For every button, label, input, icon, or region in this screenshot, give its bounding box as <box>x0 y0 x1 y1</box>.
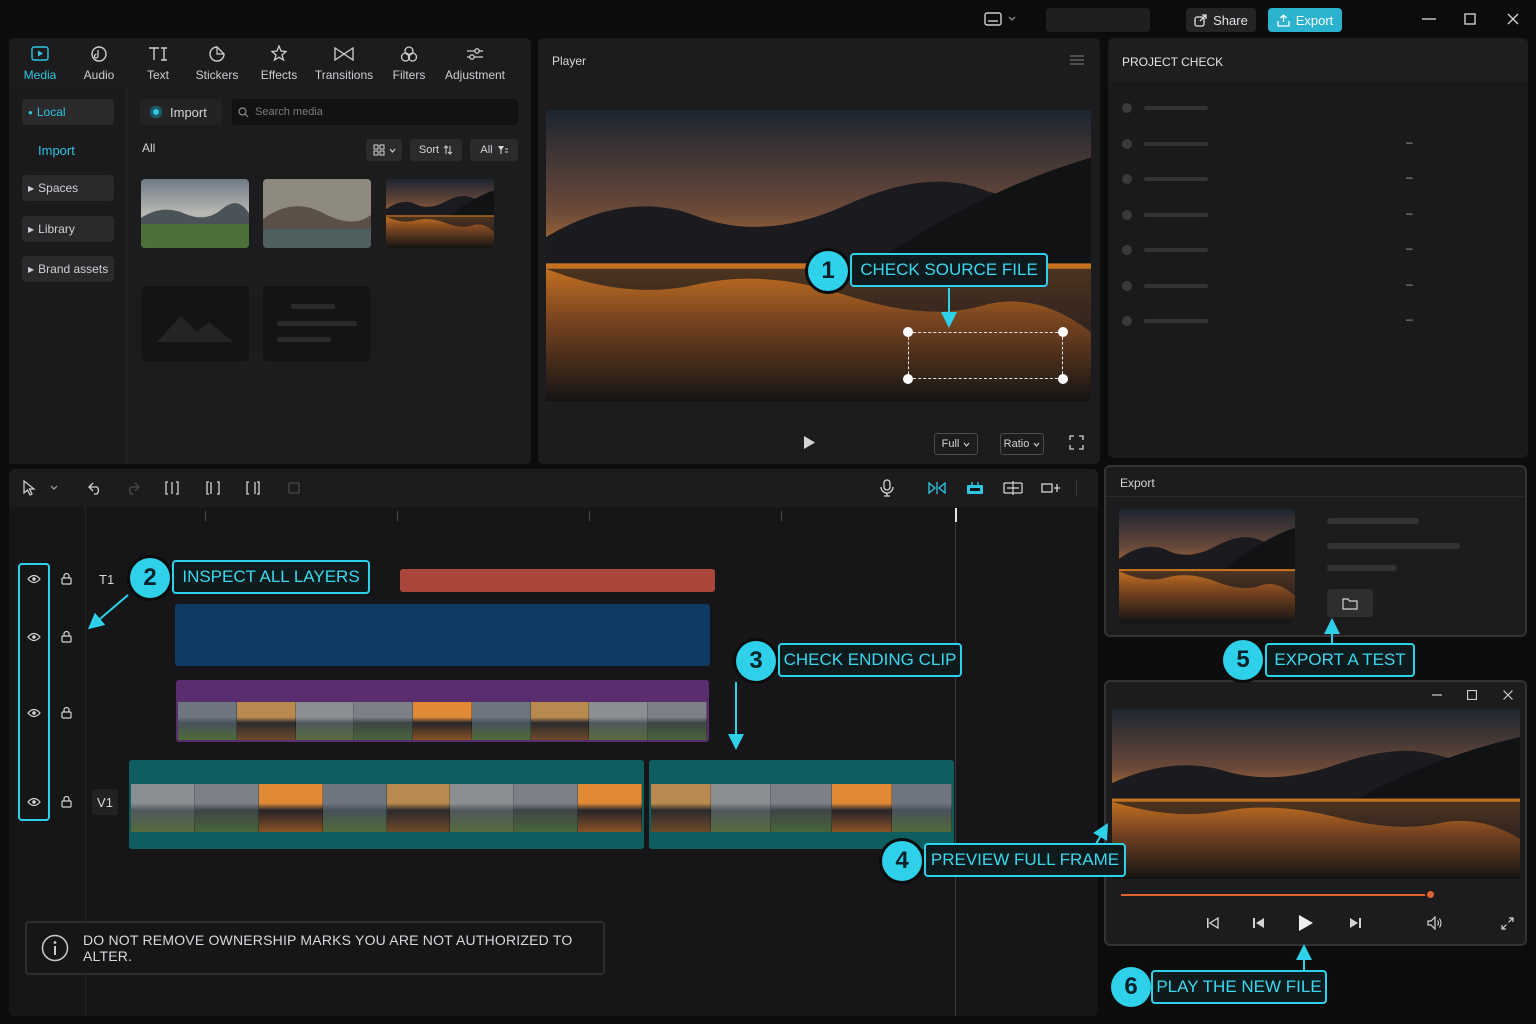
callout-5-label: EXPORT A TEST <box>1265 643 1415 677</box>
callout-1-number: 1 <box>808 251 848 291</box>
callout-2-label: INSPECT ALL LAYERS <box>172 560 370 594</box>
callout-6-label: PLAY THE NEW FILE <box>1151 970 1327 1004</box>
callout-arrows <box>87 288 1340 970</box>
callout-5-number: 5 <box>1223 640 1263 680</box>
callout-3-number: 3 <box>736 641 776 681</box>
callout-6-number: 6 <box>1111 967 1151 1007</box>
callout-4-number: 4 <box>882 841 922 881</box>
callout-1-label: CHECK SOURCE FILE <box>850 253 1048 287</box>
callout-4-label: PREVIEW FULL FRAME <box>924 843 1126 877</box>
callout-3-label: CHECK ENDING CLIP <box>778 643 962 677</box>
callout-2-number: 2 <box>130 558 170 598</box>
